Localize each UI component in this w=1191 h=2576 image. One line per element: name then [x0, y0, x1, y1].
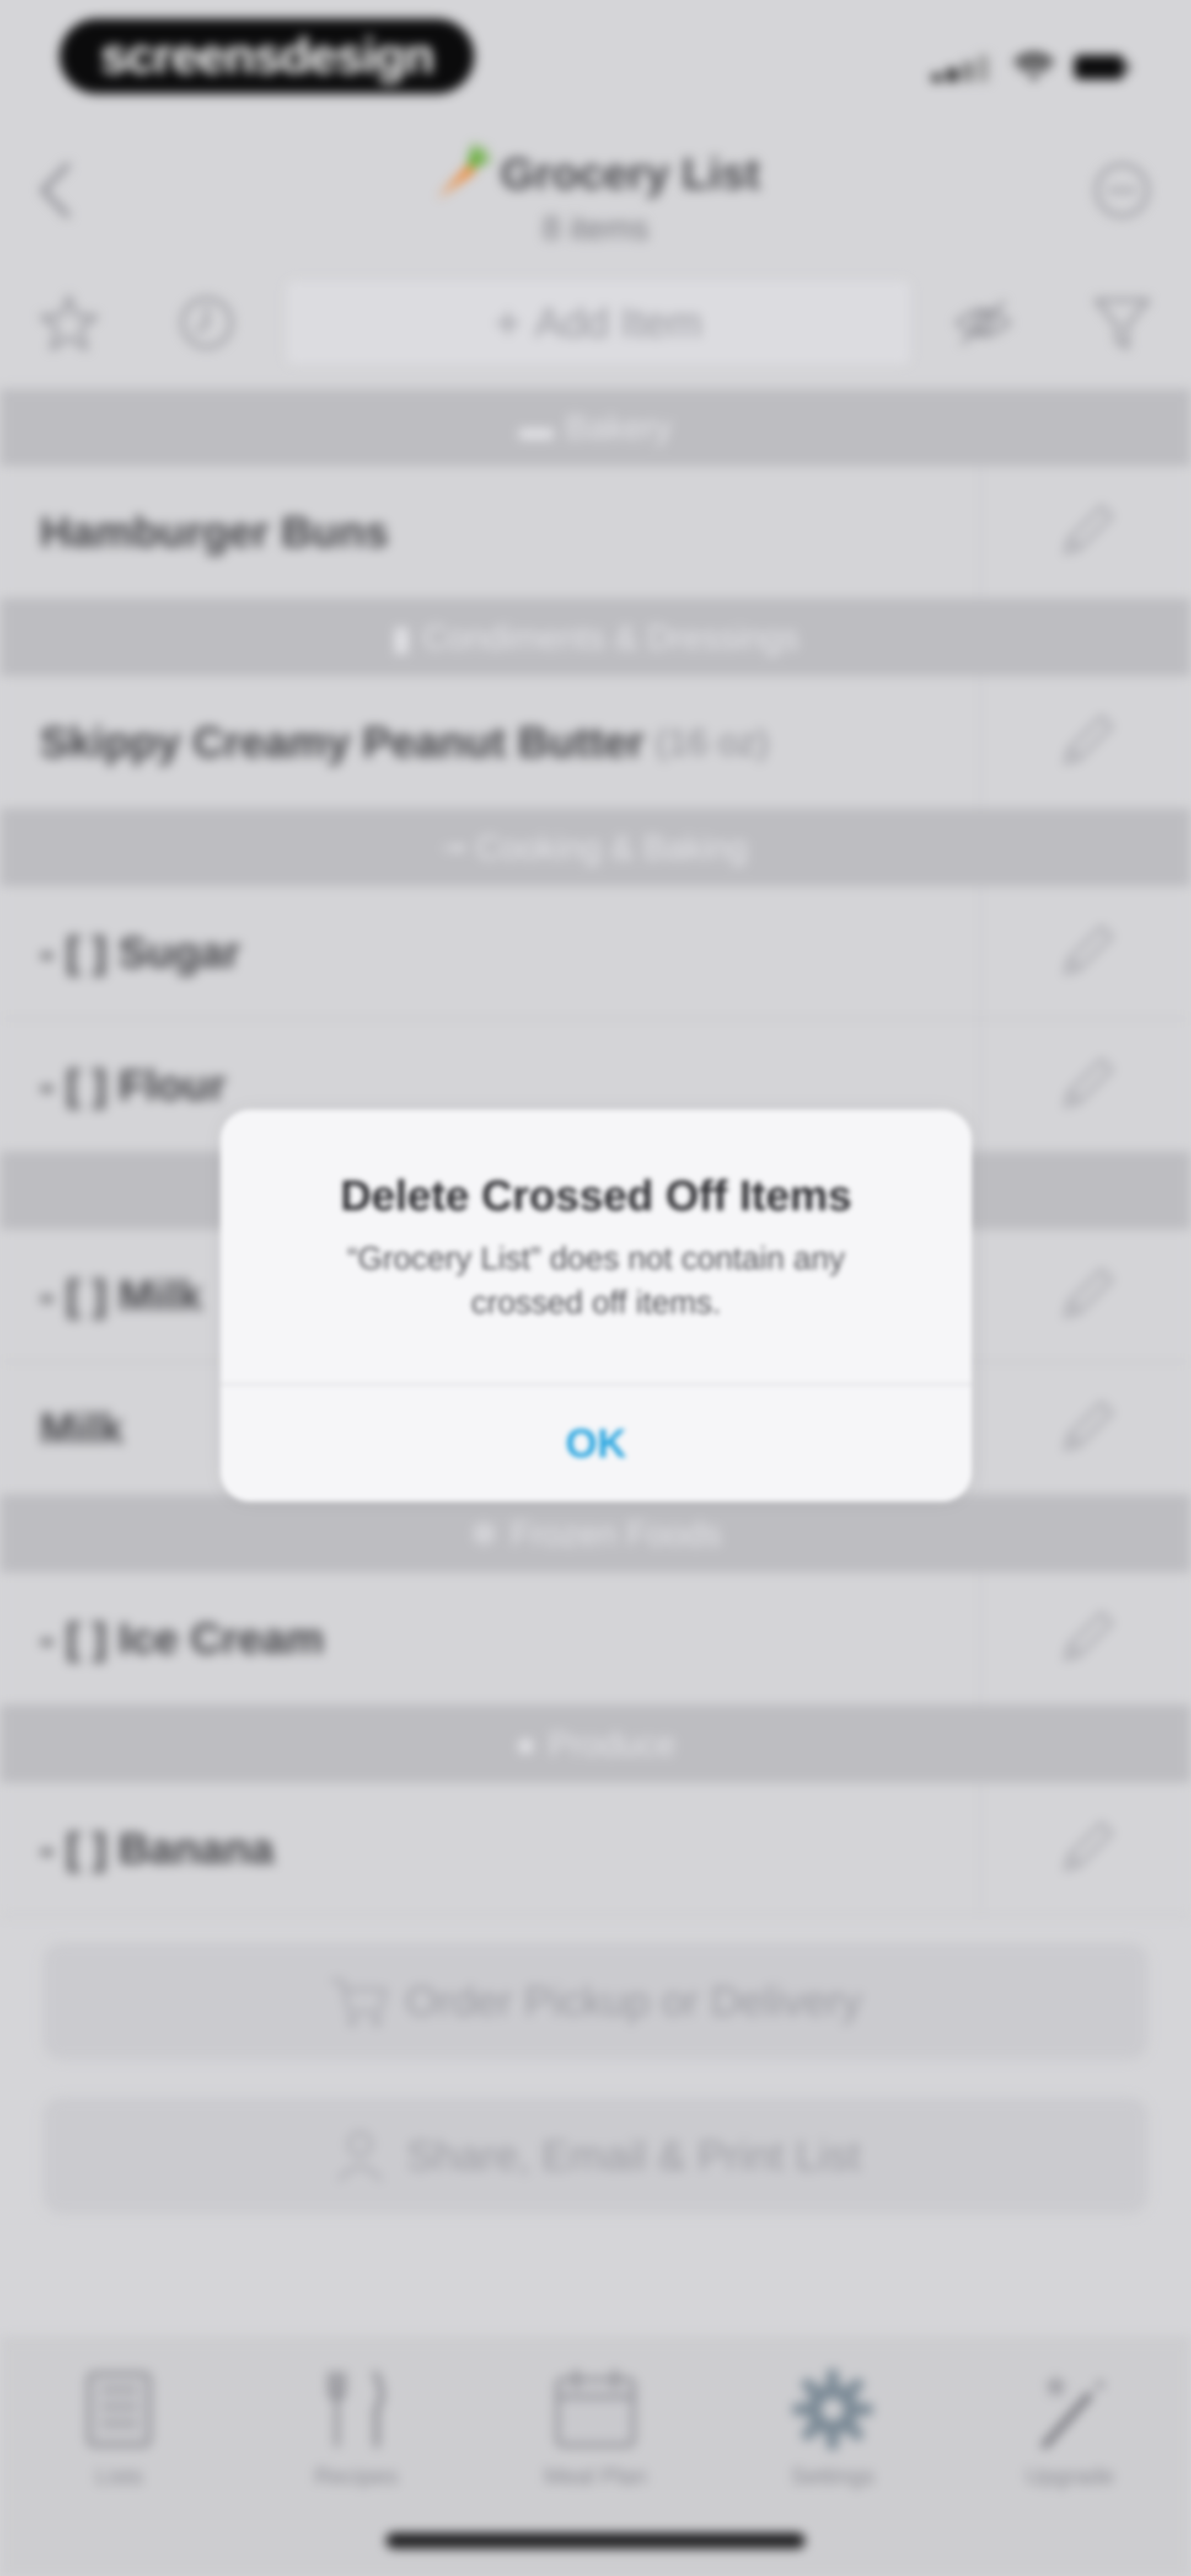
upgrade-wand-icon	[1042, 2374, 1104, 2449]
edit-item-button[interactable]	[980, 886, 1191, 1018]
edit-item-button[interactable]	[980, 1783, 1191, 1914]
order-pickup-label: Order Pickup or Delivery	[405, 1978, 862, 2025]
tab-lists[interactable]: Lists	[20, 2363, 218, 2506]
pencil-icon	[1064, 1611, 1113, 1661]
status-bar: screensdesign	[0, 0, 1191, 121]
tab-recipes[interactable]: Recipes	[257, 2363, 455, 2506]
more-circle-icon[interactable]	[1092, 160, 1152, 221]
list-item[interactable]: Skippy Creamy Peanut Butter (16 oz)	[0, 676, 1191, 809]
item-name: - [ ] Sugar	[40, 927, 240, 976]
item-name: Skippy Creamy Peanut Butter	[40, 717, 645, 766]
lists-icon	[87, 2371, 152, 2447]
list-item[interactable]: Hamburger Buns	[0, 466, 1191, 599]
edit-item-button[interactable]	[980, 1230, 1191, 1361]
meal-plan-icon	[555, 2369, 636, 2447]
pencil-icon	[1064, 1058, 1113, 1108]
item-name: Hamburger Buns	[40, 507, 389, 556]
ok-button[interactable]: OK	[221, 1385, 972, 1501]
add-item-input[interactable]: + Add Item	[287, 281, 910, 364]
nav-title-group: Grocery List 8 items	[0, 143, 1191, 247]
app-root: screensdesign Grocery List 8 items + Add…	[0, 0, 1191, 2576]
tab-label: Lists	[95, 2463, 143, 2489]
item-name: - [ ] Ice Cream	[40, 1613, 324, 1663]
add-item-label: Add Item	[534, 299, 702, 346]
history-icon[interactable]	[176, 292, 237, 353]
list-toolbar: + Add Item	[0, 276, 1191, 370]
alert-title: Delete Crossed Off Items	[340, 1171, 852, 1220]
share-list-button[interactable]: Share, Email & Print List	[43, 2097, 1148, 2214]
list-item[interactable]: - [ ] Sugar	[0, 886, 1191, 1019]
item-name: Milk	[40, 1403, 124, 1452]
tab-upgrade[interactable]: Upgrade	[970, 2363, 1169, 2506]
section-header-cooking-baking[interactable]: ╼ Cooking & Baking	[0, 809, 1191, 886]
list-item[interactable]: - [ ] Ice Cream	[0, 1573, 1191, 1706]
produce-icon: ●	[515, 1725, 537, 1763]
item-name: - [ ] Flour	[40, 1060, 226, 1109]
tab-label: Recipes	[314, 2463, 398, 2489]
section-header-produce[interactable]: ● Produce	[0, 1706, 1191, 1783]
bakery-icon: ▬	[519, 408, 554, 447]
delete-crossed-off-alert: Delete Crossed Off Items “Grocery List” …	[221, 1110, 972, 1501]
tab-label: Meal Plan	[544, 2463, 647, 2489]
tab-label: Upgrade	[1025, 2463, 1114, 2489]
edit-item-button[interactable]	[980, 1362, 1191, 1494]
pencil-icon	[1064, 505, 1113, 554]
edit-item-button[interactable]	[980, 1573, 1191, 1704]
list-item[interactable]: - [ ] Banana	[0, 1783, 1191, 1916]
pencil-icon	[1064, 1401, 1113, 1451]
nav-bar: Grocery List 8 items	[0, 121, 1191, 265]
section-header-frozen-foods[interactable]: ❄ Frozen Foods	[0, 1495, 1191, 1573]
pencil-icon	[1064, 1821, 1113, 1871]
wifi-icon	[1015, 52, 1053, 81]
cooking-icon: ╼	[443, 829, 464, 868]
section-header-condiments[interactable]: ▮ Condiments & Dressings	[0, 599, 1191, 676]
share-list-label: Share, Email & Print List	[406, 2132, 861, 2179]
share-people-icon	[337, 2131, 383, 2182]
item-name: - [ ] Banana	[40, 1824, 274, 1873]
page-title: Grocery List	[431, 143, 760, 204]
edit-item-button[interactable]	[980, 1019, 1191, 1151]
hide-crossed-icon[interactable]	[953, 292, 1013, 353]
edit-item-button[interactable]	[980, 466, 1191, 597]
settings-gear-icon	[792, 2369, 873, 2450]
signal-icon	[932, 54, 993, 82]
pencil-icon	[1064, 1268, 1113, 1318]
filter-icon[interactable]	[1092, 292, 1152, 353]
status-icons	[888, 50, 1129, 83]
item-count: 8 items	[542, 210, 649, 247]
plus-icon: +	[494, 296, 522, 349]
alert-message: “Grocery List” does not contain any cros…	[347, 1241, 845, 1321]
carrot-icon	[437, 144, 491, 199]
tab-meal-plan[interactable]: Meal Plan	[496, 2363, 695, 2506]
pencil-icon	[1064, 715, 1113, 765]
item-name: - [ ] Milk	[40, 1270, 202, 1319]
order-pickup-button[interactable]: Order Pickup or Delivery	[43, 1943, 1148, 2060]
recipes-icon	[328, 2371, 384, 2448]
list-title: Grocery List	[500, 149, 760, 198]
cart-icon	[331, 1979, 388, 2026]
home-indicator[interactable]	[386, 2533, 805, 2548]
tab-settings[interactable]: Settings	[733, 2363, 932, 2506]
tab-label: Settings	[791, 2463, 875, 2489]
pencil-icon	[1064, 925, 1113, 975]
brand-watermark: screensdesign	[60, 19, 474, 94]
snowflake-icon: ❄	[469, 1515, 498, 1554]
star-icon[interactable]	[39, 292, 99, 353]
section-header-bakery[interactable]: ▬ Bakery	[0, 389, 1191, 466]
condiments-icon: ▮	[391, 619, 411, 658]
battery-icon	[1074, 55, 1129, 79]
item-quantity: (16 oz)	[655, 722, 769, 762]
edit-item-button[interactable]	[980, 676, 1191, 808]
